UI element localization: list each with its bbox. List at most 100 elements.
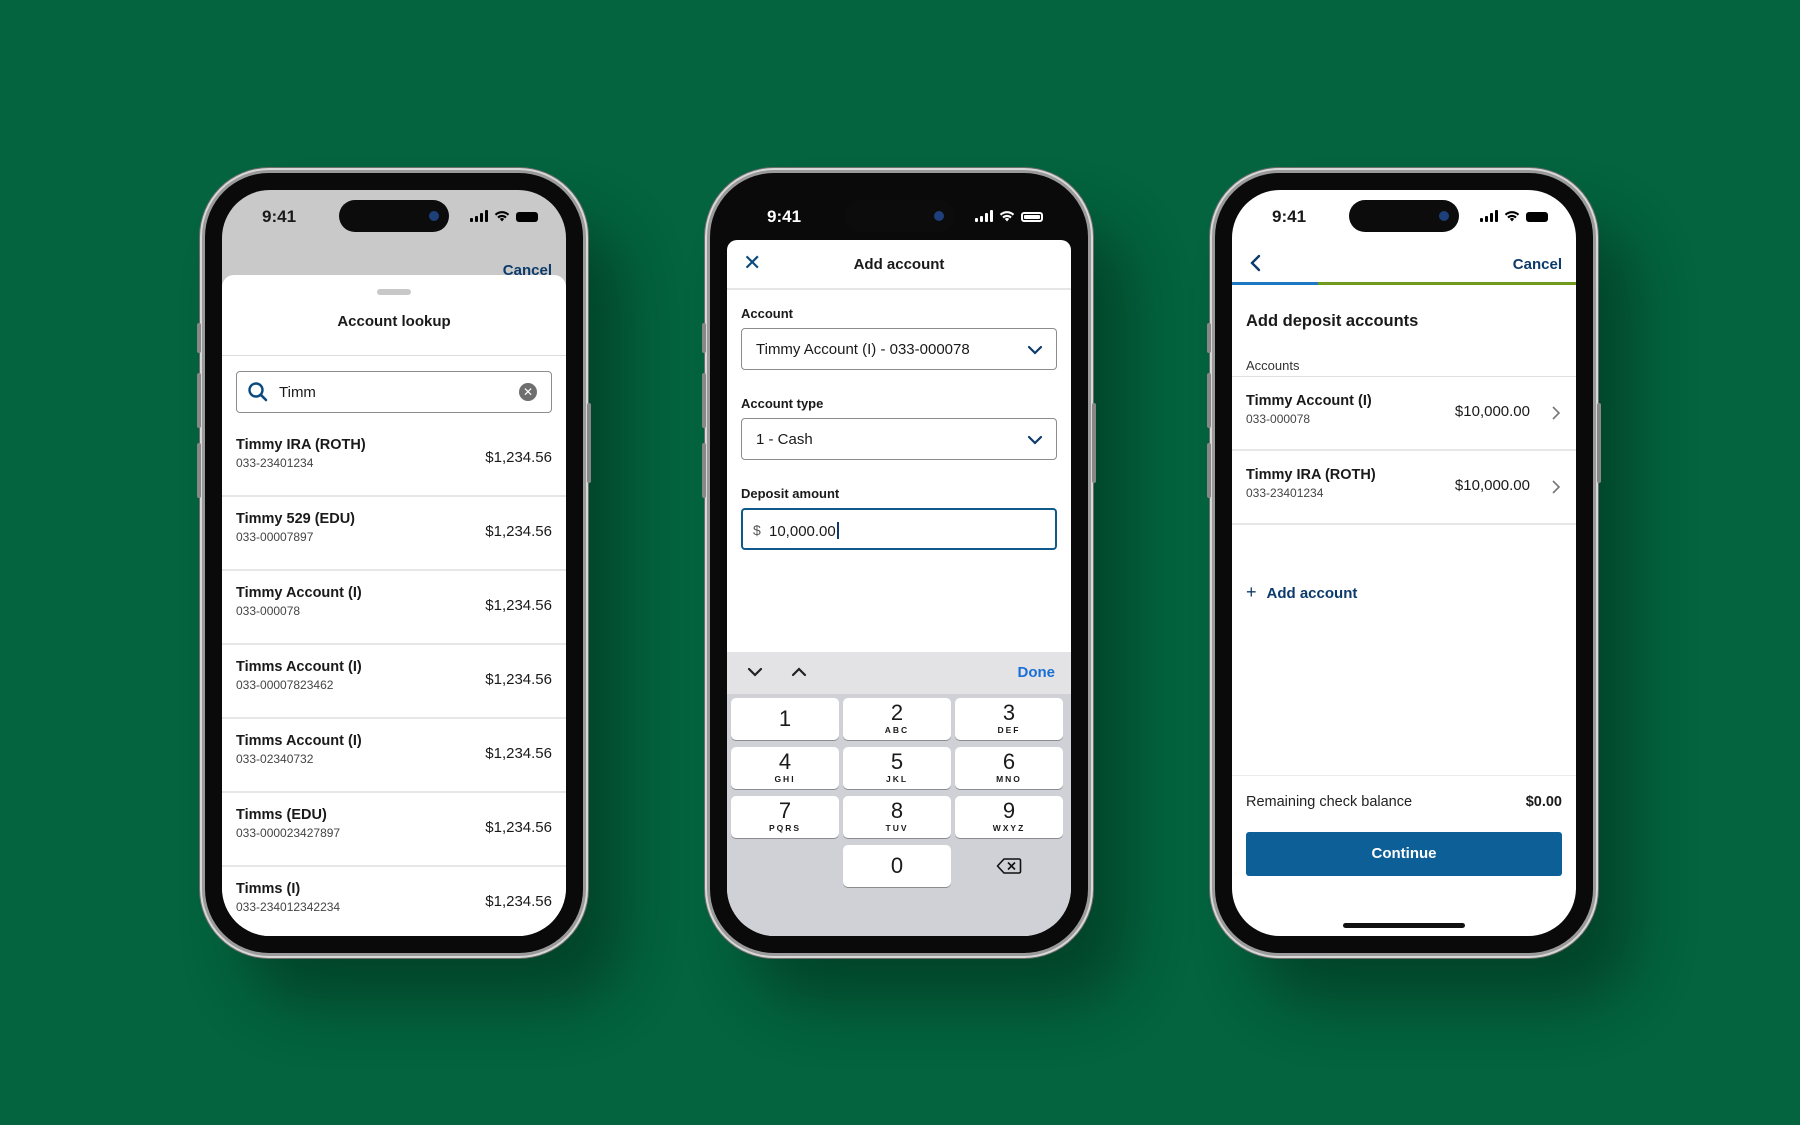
account-name: Timms Account (I)	[236, 733, 362, 749]
deposit-amount-label: Deposit amount	[741, 486, 840, 501]
nav-bar: Cancel	[1232, 244, 1576, 282]
account-label: Account	[741, 306, 793, 321]
account-number: 033-234012342234	[236, 900, 341, 914]
done-button[interactable]: Done	[1018, 664, 1056, 681]
account-name: Timmy IRA (ROTH)	[1246, 467, 1376, 483]
add-account-button[interactable]: + Add account	[1246, 582, 1357, 603]
side-button	[702, 373, 706, 428]
page-title: Add deposit accounts	[1246, 312, 1419, 330]
account-name: Timmy 529 (EDU)	[236, 511, 355, 527]
key-1[interactable]: 1	[731, 698, 839, 740]
currency-symbol: $	[753, 522, 761, 538]
screen: 9:41 ✕ Add account Account Timmy Account…	[727, 190, 1071, 936]
deposit-amount: $10,000.00	[1454, 477, 1530, 494]
chevron-down-icon[interactable]	[745, 662, 765, 682]
account-name: Timms Account (I)	[236, 659, 362, 675]
chevron-up-icon[interactable]	[789, 662, 809, 682]
key-3[interactable]: 3 DEF	[955, 698, 1063, 740]
camera-icon	[934, 211, 944, 221]
account-number: 033-00007823462	[236, 678, 334, 692]
key-6[interactable]: 6 MNO	[955, 747, 1063, 789]
side-button	[1207, 323, 1211, 353]
side-button	[587, 403, 591, 483]
status-time: 9:41	[767, 207, 802, 226]
remaining-balance-value: $0.00	[1525, 794, 1562, 810]
chevron-down-icon	[1027, 345, 1043, 355]
list-item[interactable]: Timmy Account (I) 033-000078 $10,000.00	[1232, 377, 1576, 451]
account-name: Timmy Account (I)	[1246, 393, 1372, 409]
account-balance: $1,234.56	[485, 449, 552, 466]
account-type-select[interactable]: 1 - Cash	[741, 418, 1057, 460]
battery-icon	[1526, 212, 1548, 222]
backspace-icon	[996, 858, 1022, 874]
account-number: 033-00007897	[236, 530, 314, 544]
numeric-keypad: 1 2 ABC 3 DEF 4 GHI 5 JKL 6 MNO 7 PQRS 8 TUV 9W…	[727, 694, 1071, 936]
key-2[interactable]: 2 ABC	[843, 698, 951, 740]
battery-icon	[516, 212, 538, 222]
account-number: 033-000078	[1246, 412, 1311, 426]
account-name: Timmy Account (I)	[236, 585, 362, 601]
key-7[interactable]: 7 PQRS	[731, 796, 839, 838]
back-chevron-icon[interactable]	[1246, 252, 1266, 274]
list-item[interactable]: Timmy IRA (ROTH) 033-23401234 $1,234.56	[222, 423, 566, 497]
add-account-label: Add account	[1266, 585, 1358, 602]
side-button	[1207, 373, 1211, 428]
side-button	[1092, 403, 1096, 483]
account-balance: $1,234.56	[485, 745, 552, 762]
status-time: 9:41	[1272, 207, 1307, 226]
divider	[222, 355, 566, 356]
key-5[interactable]: 5 JKL	[843, 747, 951, 789]
dynamic-island	[339, 200, 449, 232]
status-bar: 9:41	[222, 190, 566, 244]
account-number: 033-02340732	[236, 752, 314, 766]
account-lookup-sheet: Account lookup Timm ✕ Timmy IRA (ROTH) 03…	[222, 275, 566, 936]
account-select[interactable]: Timmy Account (I) - 033-000078	[741, 328, 1057, 370]
search-input[interactable]: Timm ✕	[236, 371, 552, 413]
progress-fill	[1232, 282, 1318, 285]
sheet-title: Account lookup	[337, 313, 451, 330]
backspace-key[interactable]	[955, 845, 1063, 887]
wifi-icon	[999, 211, 1015, 222]
account-select-value: Timmy Account (I) - 033-000078	[756, 341, 970, 358]
list-item[interactable]: Timmy IRA (ROTH) 033-23401234 $10,000.00	[1232, 451, 1576, 525]
list-item[interactable]: Timmy Account (I) 033-000078 $1,234.56	[222, 571, 566, 645]
phone-add-account: 9:41 ✕ Add account Account Timmy Account…	[702, 173, 1096, 953]
account-balance: $1,234.56	[485, 671, 552, 688]
key-8[interactable]: 8 TUV	[843, 796, 951, 838]
deposit-amount-input[interactable]: $ 10,000.00	[741, 508, 1057, 550]
key-0[interactable]: 0	[843, 845, 951, 887]
account-type-value: 1 - Cash	[756, 431, 813, 448]
cancel-button[interactable]: Cancel	[1513, 256, 1562, 273]
continue-button[interactable]: Continue	[1246, 832, 1562, 876]
chevron-down-icon	[1027, 435, 1043, 445]
side-button	[1597, 403, 1601, 483]
sheet-grabber[interactable]	[377, 289, 411, 295]
text-caret	[836, 522, 839, 539]
key-9[interactable]: 9 WXYZ	[955, 796, 1063, 838]
side-button	[702, 443, 706, 498]
remaining-balance-label: Remaining check balance	[1246, 794, 1413, 810]
deposit-accounts-list: Timmy Account (I) 033-000078 $10,000.00 …	[1232, 376, 1576, 525]
list-item[interactable]: Timmy 529 (EDU) 033-00007897 $1,234.56	[222, 497, 566, 571]
dynamic-island	[844, 200, 954, 232]
signal-icon	[975, 210, 993, 222]
account-balance: $1,234.56	[485, 523, 552, 540]
modal-title: Add account	[853, 256, 945, 273]
list-item[interactable]: Timms Account (I) 033-00007823462 $1,234.5…	[222, 645, 566, 719]
deposit-amount-value: 10,000.00	[769, 522, 839, 540]
screen: 9:41 Cancel Add deposit accounts Account…	[1232, 190, 1576, 936]
list-item[interactable]: Timms (I) 033-234012342234 $1,234.56	[222, 867, 566, 936]
list-item[interactable]: Timms Account (I) 033-02340732 $1,234.56	[222, 719, 566, 793]
clear-icon[interactable]: ✕	[519, 383, 537, 401]
screen: 9:41 Cancel Account lookup Timm ✕ Timmy …	[222, 190, 566, 936]
status-time: 9:41	[262, 207, 297, 226]
signal-icon	[1480, 210, 1498, 222]
side-button	[197, 373, 201, 428]
search-icon	[248, 382, 268, 402]
list-item[interactable]: Timms (EDU) 033-000023427897 $1,234.56	[222, 793, 566, 867]
account-number: 033-23401234	[236, 456, 314, 470]
account-number: 033-000023427897	[236, 826, 341, 840]
account-name: Timmy IRA (ROTH)	[236, 437, 366, 453]
key-4[interactable]: 4 GHI	[731, 747, 839, 789]
wifi-icon	[1504, 211, 1520, 222]
